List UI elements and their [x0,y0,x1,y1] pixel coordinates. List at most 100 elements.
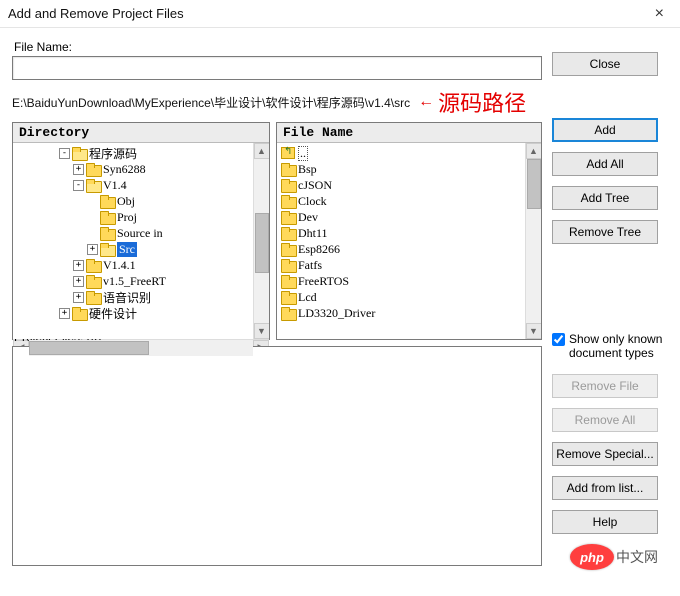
directory-scrollbar-v[interactable]: ▲ ▼ [253,143,269,339]
add-tree-button[interactable]: Add Tree [552,186,658,210]
tree-item[interactable]: + 语音识别 [17,289,249,305]
tree-item-label: Proj [117,210,137,225]
file-item-label: Esp8266 [298,242,340,257]
file-item-label: Dht11 [298,226,328,241]
folder-icon [86,163,100,175]
folder-icon [281,307,295,319]
folder-icon [281,179,295,191]
tree-item[interactable]: +Src [17,241,249,257]
scroll-up-icon[interactable]: ▲ [526,143,542,159]
file-item-label: cJSON [298,178,332,193]
folder-icon [72,147,86,159]
expand-icon[interactable]: + [73,260,84,271]
tree-item-label: Source in [117,226,163,241]
file-item[interactable]: Bsp [281,161,521,177]
file-item-label: Bsp [298,162,317,177]
scroll-up-icon[interactable]: ▲ [254,143,270,159]
file-item-label: LD3320_Driver [298,306,375,321]
remove-all-button[interactable]: Remove All [552,408,658,432]
tree-item[interactable]: + V1.4.1 [17,257,249,273]
file-item[interactable]: Dev [281,209,521,225]
folder-icon [100,195,114,207]
tree-item[interactable]: Proj [17,209,249,225]
tree-item-label: V1.4.1 [103,258,136,273]
file-item-label: FreeRTOS [298,274,349,289]
tree-item[interactable]: + 硬件设计 [17,305,249,321]
remove-special-button[interactable]: Remove Special... [552,442,658,466]
tree-item[interactable]: - 程序源码 [17,145,249,161]
file-list-pane: File Name ..BspcJSONClockDevDht11Esp8266… [276,122,542,340]
annotation-arrow-icon: ← [418,93,434,111]
folder-icon [281,291,295,303]
file-item[interactable]: Dht11 [281,225,521,241]
collapse-icon[interactable]: - [59,148,70,159]
add-from-list-button[interactable]: Add from list... [552,476,658,500]
title-bar: Add and Remove Project Files × [0,0,680,28]
file-name-label: File Name: [14,40,542,54]
file-item-label: Dev [298,210,318,225]
project-files-list[interactable] [12,346,542,566]
checkbox-label: Show only known document types [569,332,668,360]
add-all-button[interactable]: Add All [552,152,658,176]
window-title: Add and Remove Project Files [8,6,184,21]
current-path: E:\BaiduYunDownload\MyExperience\毕业设计\软件… [12,94,410,111]
tree-item-label: 硬件设计 [89,305,137,322]
folder-icon [86,291,100,303]
folder-icon [281,211,295,223]
folder-icon [86,259,100,271]
folder-up-icon [281,147,295,159]
tree-item-label: 语音识别 [103,289,151,306]
file-item[interactable]: Esp8266 [281,241,521,257]
expand-icon[interactable]: + [73,276,84,287]
file-item[interactable]: Clock [281,193,521,209]
folder-icon [86,179,100,191]
folder-icon [281,275,295,287]
directory-tree[interactable]: -程序源码+Syn6288-V1.4ObjProjSource in+Src+V… [13,143,253,339]
tree-item[interactable]: - V1.4 [17,177,249,193]
file-item[interactable]: Lcd [281,289,521,305]
directory-scrollbar-h[interactable]: ◀ ▶ [13,339,269,355]
file-list-scrollbar-v[interactable]: ▲ ▼ [525,143,541,339]
folder-icon [281,243,295,255]
collapse-icon[interactable]: - [73,180,84,191]
close-icon[interactable]: × [647,5,672,23]
tree-item-label: v1.5_FreeRT [103,274,166,289]
folder-icon [281,195,295,207]
tree-item[interactable]: Obj [17,193,249,209]
folder-icon [72,307,86,319]
file-item-label: .. [298,146,308,161]
tree-item[interactable]: + v1.5_FreeRT [17,273,249,289]
checkbox-input[interactable] [552,333,565,346]
file-item[interactable]: LD3320_Driver [281,305,521,321]
remove-tree-button[interactable]: Remove Tree [552,220,658,244]
file-item-label: Fatfs [298,258,322,273]
tree-item[interactable]: Source in [17,225,249,241]
file-list[interactable]: ..BspcJSONClockDevDht11Esp8266FatfsFreeR… [277,143,525,339]
file-name-input[interactable] [12,56,542,80]
expand-icon[interactable]: + [73,164,84,175]
tree-item-label: 程序源码 [89,145,137,162]
tree-item-label: Obj [117,194,135,209]
folder-icon [281,227,295,239]
file-list-header: File Name [277,123,541,143]
close-button[interactable]: Close [552,52,658,76]
folder-icon [100,211,114,223]
show-only-known-checkbox[interactable]: Show only known document types [552,332,668,360]
expand-icon[interactable]: + [87,244,98,255]
directory-header: Directory [13,123,269,143]
tree-item-label: V1.4 [103,178,127,193]
expand-icon[interactable]: + [73,292,84,303]
tree-item[interactable]: +Syn6288 [17,161,249,177]
file-item[interactable]: FreeRTOS [281,273,521,289]
file-item[interactable]: .. [281,145,521,161]
expand-icon[interactable]: + [59,308,70,319]
help-button[interactable]: Help [552,510,658,534]
remove-file-button[interactable]: Remove File [552,374,658,398]
scroll-down-icon[interactable]: ▼ [254,323,270,339]
add-button[interactable]: Add [552,118,658,142]
scroll-down-icon[interactable]: ▼ [526,323,542,339]
folder-icon [86,275,100,287]
file-item[interactable]: Fatfs [281,257,521,273]
directory-pane: Directory - 程序源码+Syn6288 - V1.4ObjProjSourc… [12,122,270,340]
file-item[interactable]: cJSON [281,177,521,193]
